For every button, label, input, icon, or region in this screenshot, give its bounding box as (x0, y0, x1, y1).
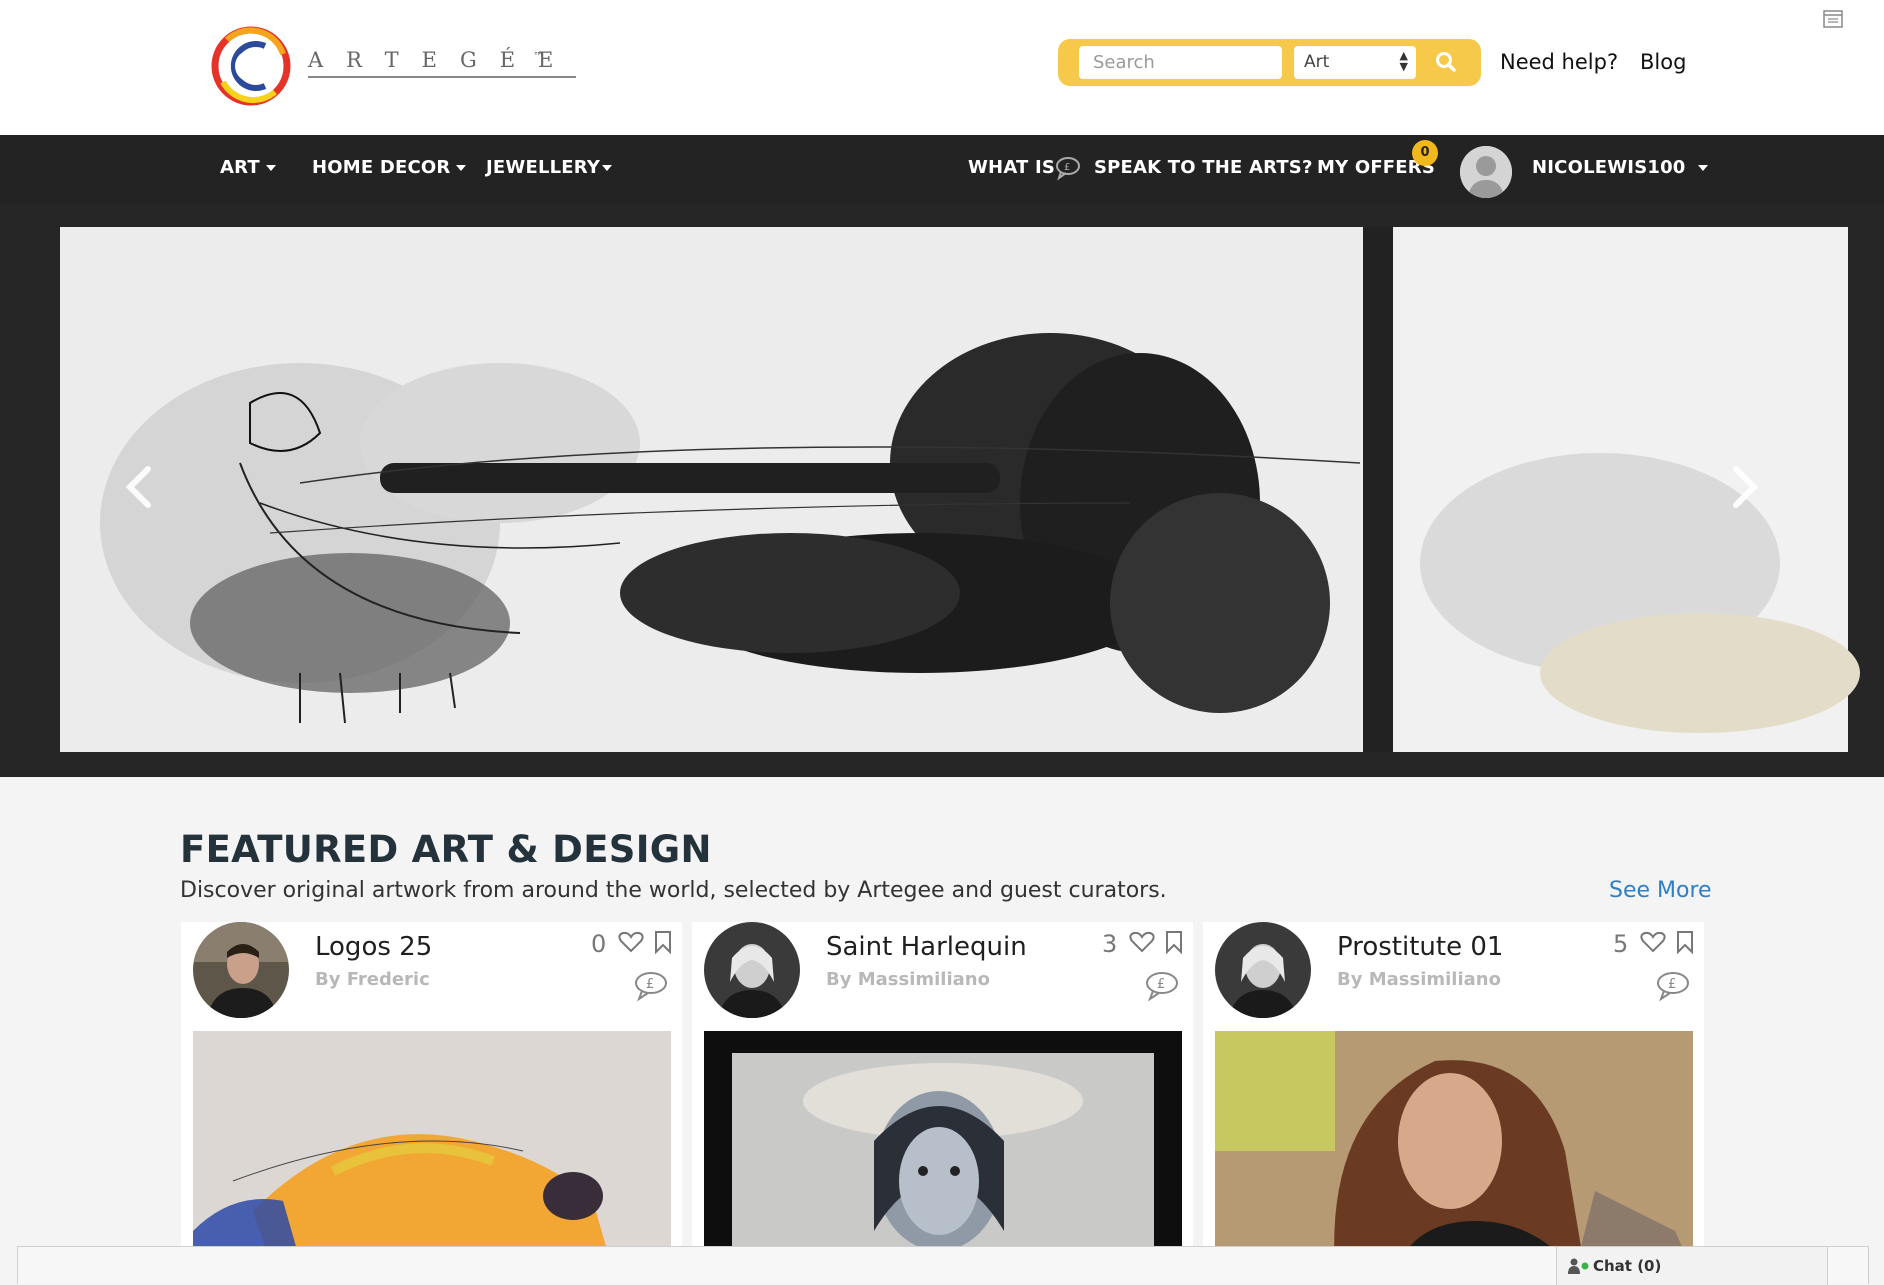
nav-username-label: NICOLEWIS100 (1532, 157, 1686, 178)
chat-label: Chat (0) (1593, 1257, 1662, 1275)
artwork-title[interactable]: Saint Harlequin (826, 932, 1027, 962)
chat-user-online-icon (1568, 1258, 1589, 1274)
svg-text:£: £ (646, 977, 654, 992)
artegee-logo[interactable]: ARTEGÉE ™ (205, 20, 577, 112)
hero-carousel (0, 203, 1884, 777)
svg-text:£: £ (1668, 977, 1676, 992)
caret-down-icon (456, 165, 467, 171)
artist-avatar[interactable] (193, 922, 289, 1018)
artwork-image-logos-25 (193, 1031, 671, 1262)
artwork-artist[interactable]: By Frederic (315, 969, 430, 990)
artwork-image-saint-harlequin (704, 1031, 1182, 1262)
artwork-title[interactable]: Logos 25 (315, 932, 432, 962)
artist-photo-image (193, 922, 289, 1018)
search-bar: Art ▲▼ (1058, 39, 1481, 86)
nav-home-decor-label: HOME DECOR (312, 157, 451, 178)
speech-bubble-icon[interactable]: £ (633, 970, 669, 1002)
caret-down-icon (602, 165, 613, 171)
see-more-link[interactable]: See More (1609, 878, 1712, 903)
heart-icon[interactable] (618, 930, 644, 954)
chat-bar: Chat (0) (17, 1246, 1869, 1285)
offers-count-badge: 0 (1412, 140, 1438, 166)
artist-avatar[interactable] (704, 922, 800, 1018)
chat-window-icon[interactable] (1823, 10, 1843, 28)
nav-art-menu[interactable]: ART (220, 157, 276, 178)
artwork-artist[interactable]: By Massimiliano (826, 969, 990, 990)
nav-what-is-link[interactable]: WHAT IS (968, 157, 1055, 178)
featured-section-subtitle: Discover original artwork from around th… (180, 878, 1167, 903)
search-icon[interactable] (1431, 48, 1461, 78)
search-input[interactable] (1079, 46, 1282, 79)
hero-artwork-image (0, 203, 1884, 777)
nav-home-decor-menu[interactable]: HOME DECOR (312, 157, 467, 178)
bookmark-icon[interactable] (1675, 930, 1695, 954)
logo-ring-icon (211, 26, 291, 106)
user-avatar[interactable] (1460, 146, 1512, 198)
like-count: 3 (1102, 930, 1118, 958)
artist-photo-image (1215, 922, 1311, 1018)
nav-user-menu[interactable]: NICOLEWIS100 (1532, 157, 1708, 178)
artwork-card[interactable]: Saint Harlequin By Massimiliano 3 £ (692, 922, 1193, 1262)
speech-bubble-icon: £ (1056, 157, 1080, 181)
nav-speak-link[interactable]: SPEAK TO THE ARTS? (1094, 157, 1313, 178)
artwork-image[interactable] (704, 1031, 1182, 1262)
search-category-value: Art (1304, 52, 1330, 72)
caret-down-icon (1697, 165, 1708, 171)
svg-text:£: £ (1064, 162, 1070, 173)
bookmark-icon[interactable] (1164, 930, 1184, 954)
need-help-link[interactable]: Need help? (1500, 50, 1618, 74)
artwork-card[interactable]: Prostitute 01 By Massimiliano 5 £ (1203, 922, 1704, 1262)
nav-what-is-label: WHAT IS (968, 157, 1056, 178)
speech-bubble-icon[interactable]: £ (1655, 970, 1691, 1002)
main-nav: ART HOME DECOR JEWELLERY WHAT IS £ SPEAK… (0, 135, 1884, 203)
speech-bubble-icon[interactable]: £ (1144, 970, 1180, 1002)
site-header: ARTEGÉE ™ Art ▲▼ Need help? Blog (0, 0, 1884, 135)
like-count: 5 (1613, 930, 1629, 958)
logo-trademark: ™ (533, 50, 544, 63)
chat-tab[interactable]: Chat (0) (1556, 1247, 1828, 1285)
artwork-image[interactable] (193, 1031, 671, 1262)
bookmark-icon[interactable] (653, 930, 673, 954)
like-count: 0 (591, 930, 607, 958)
nav-speak-label: SPEAK TO THE ARTS? (1094, 157, 1313, 178)
artist-photo-image (704, 922, 800, 1018)
nav-jewellery-menu[interactable]: JEWELLERY (486, 157, 613, 178)
artwork-title[interactable]: Prostitute 01 (1337, 932, 1503, 962)
nav-art-label: ART (220, 157, 260, 178)
heart-icon[interactable] (1640, 930, 1666, 954)
caret-down-icon (265, 165, 276, 171)
artwork-image[interactable] (1215, 1031, 1693, 1262)
nav-jewellery-label: JEWELLERY (486, 157, 601, 178)
carousel-next-arrow-icon[interactable] (1730, 465, 1760, 509)
avatar-silhouette-icon (1460, 146, 1512, 198)
svg-text:£: £ (1157, 977, 1165, 992)
artwork-card[interactable]: Logos 25 By Frederic 0 £ (181, 922, 682, 1262)
search-category-select[interactable]: Art ▲ ▼ (1294, 46, 1416, 79)
artwork-image-prostitute-01 (1215, 1031, 1693, 1262)
blog-link[interactable]: Blog (1640, 50, 1686, 74)
select-arrows-icon: ▲ ▼ (1399, 49, 1408, 73)
artist-avatar[interactable] (1215, 922, 1311, 1018)
featured-section-title: FEATURED ART & DESIGN (180, 828, 712, 871)
carousel-prev-arrow-icon[interactable] (124, 465, 154, 509)
heart-icon[interactable] (1129, 930, 1155, 954)
artwork-artist[interactable]: By Massimiliano (1337, 969, 1501, 990)
